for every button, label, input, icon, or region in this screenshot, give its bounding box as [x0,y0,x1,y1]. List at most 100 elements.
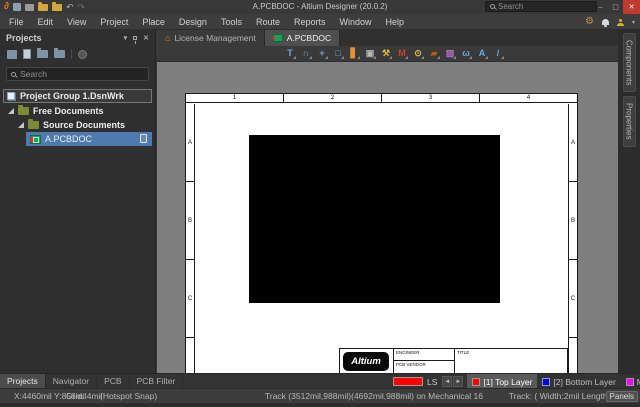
open-project-icon[interactable] [52,4,62,11]
explorer-icon[interactable] [54,50,65,58]
tool-glyph: A [479,49,486,58]
menu-item[interactable]: Help [379,14,412,30]
tool-glyph: ⊙ [414,49,422,58]
menu-item[interactable]: File [2,14,31,30]
global-search-input[interactable] [498,2,608,11]
filter-icon[interactable]: T [283,47,297,60]
panel-settings-icon[interactable] [78,50,87,59]
measure-icon[interactable]: M [395,47,409,60]
ruler-columns: 1234 [186,94,577,103]
ruler-row-label: C [569,260,577,338]
gear-icon[interactable]: ⚙ [585,17,594,27]
ruler-row-label: B [569,182,577,260]
ruler-row-label: A [569,104,577,182]
undo-icon[interactable]: ↶ [66,3,74,12]
save-icon[interactable] [13,3,21,11]
via-icon[interactable]: ⊙ [411,47,425,60]
layer-scroll-right-button[interactable]: ► [453,376,463,387]
menu-item[interactable]: View [60,14,93,30]
drill-icon[interactable]: ⚒ [379,47,393,60]
line-icon[interactable]: / [491,47,505,60]
menu-item[interactable]: Route [249,14,287,30]
menu-item[interactable]: Place [135,14,172,30]
open-document-icon[interactable] [37,50,48,58]
tool-glyph: ▣ [366,49,375,58]
right-panel-strip: Components Properties [618,30,640,373]
global-search-box[interactable] [485,1,597,12]
layer-scroll-left-button[interactable]: ◄ [442,376,452,387]
divider [71,49,72,59]
pcb-editor-canvas[interactable]: 1234 ABCD ABCD Altium ENGINEER PCB VENDO… [157,62,618,373]
ruler-column-label: 3 [382,94,480,102]
print-icon[interactable] [25,4,34,11]
folder-icon [18,107,29,115]
projects-panel-title: Projects [6,33,42,43]
vertical-panel-tab[interactable]: Components [623,33,636,92]
tree-item-pcbdoc[interactable]: A.PCBDOC [0,132,155,146]
expand-arrow-icon[interactable] [8,108,14,114]
menu-item[interactable]: Design [172,14,214,30]
ruler-rows-left: ABCD [186,104,195,373]
panel-tab[interactable]: Projects [0,374,46,388]
menu-item[interactable]: Window [333,14,379,30]
crosshair-icon[interactable]: + [315,47,329,60]
tab-license-management[interactable]: ⌂ License Management [157,30,265,46]
tree-item-label: A.PCBDOC [45,134,92,144]
document-status-icon [140,134,147,143]
maximize-button[interactable]: ▢ [608,0,623,14]
tree-item-project-group[interactable]: Project Group 1.DsnWrk [3,89,152,103]
redo-icon[interactable]: ↷ [78,3,86,12]
tab-pcbdoc[interactable]: A.PCBDOC [265,30,340,46]
tool-glyph: □ [335,49,340,58]
minimize-button[interactable]: – [593,0,608,14]
menu-item[interactable]: Tools [214,14,249,30]
layer-tab[interactable]: Mechanical 1 [621,374,640,389]
panels-button[interactable]: Panels [606,391,638,402]
open-folder-icon[interactable] [38,4,48,11]
pad-icon[interactable]: ▣ [363,47,377,60]
tree-item-label: Free Documents [33,106,104,116]
tab-label: A.PCBDOC [287,33,331,43]
projects-search-box[interactable] [6,67,149,81]
room-icon[interactable]: □ [331,47,345,60]
region-icon[interactable]: ▨ [443,47,457,60]
ruler-row-label: D [186,338,194,373]
menu-item[interactable]: Reports [287,14,333,30]
save-project-icon[interactable] [7,50,17,59]
vertical-panel-tab[interactable]: Properties [623,96,636,146]
panel-tab[interactable]: PCB [97,374,129,388]
bell-icon[interactable] [602,19,609,25]
tree-item-free-documents[interactable]: Free Documents [0,104,155,118]
panel-dropdown-icon[interactable]: ▾ [124,34,128,42]
string-icon[interactable]: A [475,47,489,60]
menu-item[interactable]: Edit [31,14,61,30]
layer-tab[interactable]: [2] Bottom Layer [537,374,620,389]
project-group-icon [7,92,15,100]
tree-item-source-documents[interactable]: Source Documents [0,118,155,132]
expand-arrow-icon[interactable] [18,122,24,128]
chevron-down-icon[interactable]: ▾ [632,19,635,26]
tool-glyph: ∩ [303,49,310,58]
menu-item[interactable]: Project [93,14,135,30]
pcb-board-shape [249,135,500,303]
pour-icon[interactable]: ▰ [427,47,441,60]
pin-icon[interactable] [133,36,137,40]
layer-set-button[interactable]: LS [427,377,437,387]
window-edge [0,403,640,407]
panel-close-icon[interactable]: ✕ [143,34,149,42]
ruler-rows-right: ABCD [568,104,577,373]
close-button[interactable]: ✕ [623,0,640,14]
user-icon[interactable] [617,19,624,26]
compile-icon[interactable] [23,49,31,59]
projects-search-input[interactable] [20,69,144,79]
polygon-icon[interactable]: ω [459,47,473,60]
panel-tab[interactable]: Navigator [46,374,97,388]
ruler-row-label: C [186,260,194,338]
ruler-column-label: 1 [186,94,284,102]
tool-glyph: ⚒ [382,49,390,58]
panel-tab[interactable]: PCB Filter [130,374,184,388]
chart-icon[interactable]: ▋ [347,47,361,60]
layer-tab[interactable]: [1] Top Layer [467,374,537,389]
magnet-icon[interactable]: ∩ [299,47,313,60]
tree-item-label: Project Group 1.DsnWrk [20,91,124,101]
